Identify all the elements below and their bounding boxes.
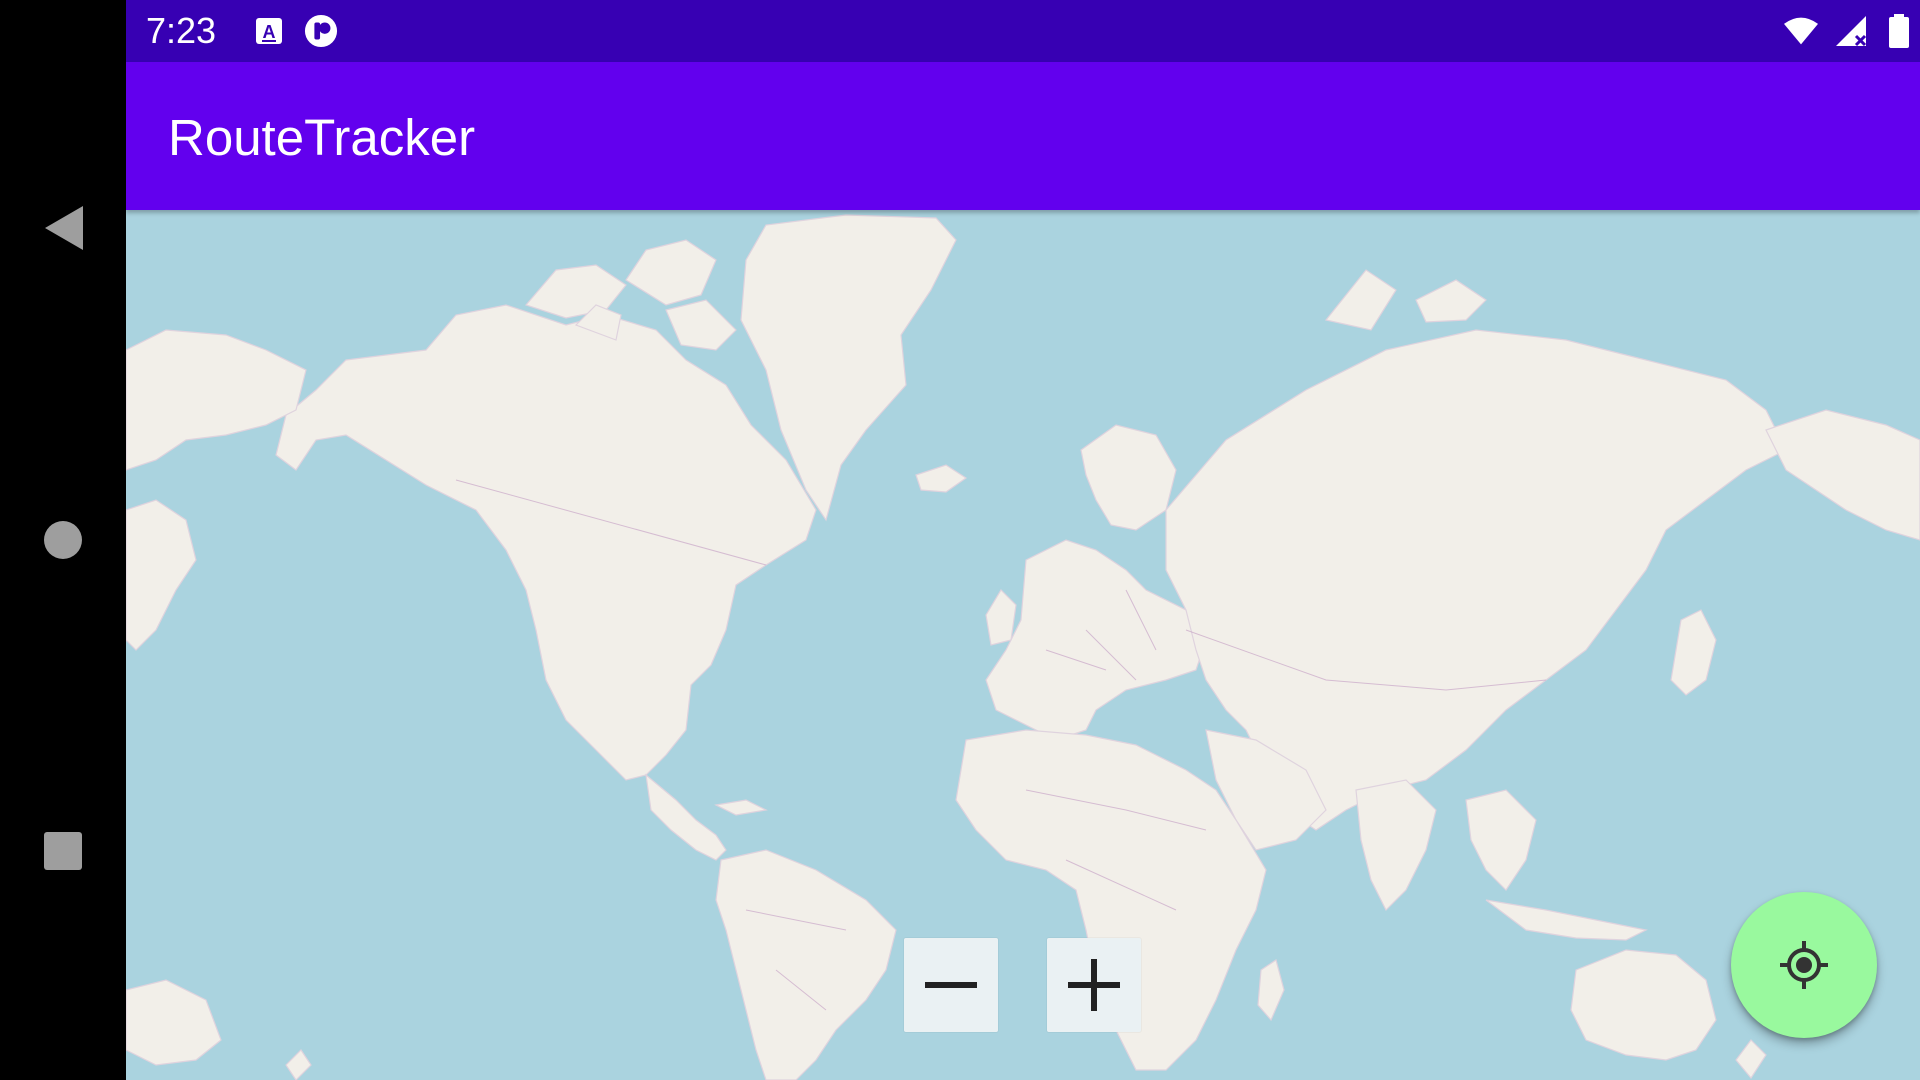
app-title: RouteTracker xyxy=(168,109,476,166)
keyboard-a-icon: A xyxy=(252,14,286,48)
nav-recents-button[interactable] xyxy=(28,816,98,886)
app-bar: RouteTracker xyxy=(126,62,1920,210)
svg-text:A: A xyxy=(263,22,276,42)
status-bar: 7:23 A xyxy=(126,0,1920,62)
battery-icon xyxy=(1882,14,1916,48)
world-map xyxy=(126,210,1920,1080)
system-navigation-bar xyxy=(0,0,126,1080)
wifi-icon xyxy=(1784,14,1818,48)
minus-icon xyxy=(925,982,977,988)
nav-home-button[interactable] xyxy=(28,505,98,575)
nav-back-button[interactable] xyxy=(28,193,98,263)
zoom-out-button[interactable] xyxy=(904,938,998,1032)
recents-icon xyxy=(44,832,82,870)
zoom-in-button[interactable] xyxy=(1047,938,1141,1032)
plus-icon xyxy=(1068,959,1120,1011)
my-location-icon xyxy=(1780,941,1828,989)
back-icon xyxy=(45,206,83,250)
app-notification-icon xyxy=(304,14,338,48)
status-time: 7:23 xyxy=(146,10,217,51)
my-location-fab[interactable] xyxy=(1731,892,1877,1038)
cell-signal-no-data-icon xyxy=(1834,14,1868,48)
map-view[interactable] xyxy=(126,210,1920,1080)
home-icon xyxy=(44,521,82,559)
